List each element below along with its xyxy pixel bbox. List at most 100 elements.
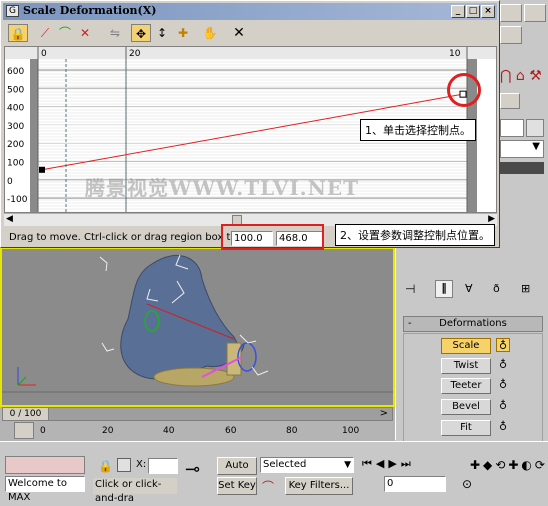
frame-ruler — [5, 47, 496, 59]
remove-modifier-icon[interactable]: ð — [493, 282, 500, 295]
ruler-tick: 40 — [163, 426, 175, 436]
time-slider-area: 0 / 100 > 0 20 40 60 80 100 — [0, 407, 395, 441]
panel-tab-button[interactable] — [500, 4, 522, 22]
modifier-stack[interactable] — [500, 162, 544, 174]
show-end-result-icon[interactable]: ‖ — [435, 280, 453, 298]
configure-sets-icon[interactable]: ⊞ — [521, 282, 530, 295]
red-curve-icon[interactable]: ✕ — [75, 24, 95, 42]
callout-set-parameters: 2、设置参数调整控制点位置。 — [335, 224, 495, 246]
modifier-list-dropdown[interactable]: ▼ — [500, 140, 544, 158]
maximize-button[interactable]: □ — [466, 5, 480, 18]
prompt-line: Click or click-and-dra — [93, 478, 177, 504]
x-tick-label: 0 — [41, 49, 47, 59]
bevel-deform-button[interactable]: Bevel — [441, 399, 491, 415]
curve-toolbar: 🔒 ⟋ ⌒ ✕ ⇋ ✥ ↕ ✚ ✋ ✕ — [3, 21, 497, 45]
scroll-left-icon[interactable]: ◀ — [6, 214, 13, 224]
control-point-start[interactable] — [39, 166, 45, 173]
ruler-tick: 60 — [225, 426, 237, 436]
color-swatch[interactable] — [526, 119, 544, 137]
axis-tripod — [17, 367, 36, 386]
collapse-icon: - — [408, 318, 412, 329]
key-set-dropdown[interactable]: Selected ▼ — [260, 457, 354, 473]
ruler-tick: 100 — [342, 426, 360, 436]
scale-deform-button[interactable]: Scale — [441, 338, 491, 354]
teeter-bulb-icon[interactable]: ♁ — [496, 378, 510, 392]
make-unique-icon[interactable]: ∀ — [465, 282, 473, 295]
viewport-scene — [2, 254, 393, 393]
twist-deform-button[interactable]: Twist — [441, 358, 491, 374]
swap-icon[interactable]: ⇋ — [105, 24, 125, 42]
perspective-viewport[interactable] — [0, 247, 395, 407]
lock-selection-icon[interactable]: 🔒 — [98, 459, 113, 473]
time-slider[interactable]: 0 / 100 > — [2, 407, 393, 421]
scroll-right-icon[interactable]: ▶ — [488, 214, 495, 224]
pan-hand-icon[interactable]: ✋ — [200, 24, 220, 42]
chevron-down-icon: ▼ — [344, 460, 351, 470]
y-tick-label: 500 — [7, 85, 24, 95]
track-ruler: 0 20 40 60 80 100 — [40, 422, 390, 440]
y-tick-label: 100 — [7, 159, 24, 169]
next-arrow-icon[interactable]: > — [380, 408, 388, 419]
color-swatch[interactable] — [500, 119, 524, 137]
insert-point-icon[interactable]: ✚ — [173, 24, 193, 42]
control-point-highlight-circle — [447, 73, 481, 107]
value-fields-highlight — [221, 224, 324, 250]
set-key-button[interactable]: Set Key — [217, 477, 257, 495]
y-tick-label: -100 — [7, 195, 28, 205]
twist-bulb-icon[interactable]: ♁ — [496, 358, 510, 372]
y-tick-label: 400 — [7, 104, 24, 114]
gramophone-base — [153, 367, 235, 387]
ruler-tick: 0 — [40, 426, 46, 436]
fit-deform-button[interactable]: Fit — [441, 420, 491, 436]
track-bar-icon[interactable] — [14, 422, 34, 439]
deformations-rollout-body: Scale ♁ Twist ♁ Teeter ♁ Bevel ♁ Fit ♁ — [403, 333, 543, 445]
x-tick-label: 10 — [449, 49, 461, 59]
y-tick-label: 600 — [7, 67, 24, 77]
y-tick-label: 0 — [7, 177, 13, 187]
bevel-bulb-icon[interactable]: ♁ — [496, 399, 510, 413]
y-tick-label: 200 — [7, 140, 24, 150]
panel-tab-button[interactable] — [500, 26, 522, 44]
key-icon[interactable]: ⊸ — [185, 459, 200, 480]
smooth-curve-icon[interactable]: ⌒ — [55, 24, 75, 42]
callout-select-point: 1、单击选择控制点。 — [360, 119, 476, 141]
key-filters-button[interactable]: Key Filters... — [285, 477, 353, 495]
ruler-tick: 80 — [286, 426, 298, 436]
panel-tab-button[interactable] — [524, 4, 546, 22]
window-title: Scale Deformation(X) — [23, 4, 157, 17]
viewport-navigation-icons[interactable]: ✚◆⟲✚◐⟳ — [470, 456, 545, 496]
minimize-button[interactable]: _ — [451, 5, 465, 18]
current-frame-field[interactable]: 0 — [384, 476, 446, 492]
gramophone-horn — [120, 254, 245, 380]
maxscript-listener-mini[interactable] — [5, 456, 85, 474]
x-coordinate-field[interactable] — [148, 458, 178, 474]
auto-key-button[interactable]: Auto Key — [217, 457, 257, 487]
welcome-field: Welcome to MAX — [5, 476, 85, 503]
hierarchy-icons[interactable]: ⋂ ⌂ ⚒ — [500, 68, 544, 88]
title-bar[interactable]: G Scale Deformation(X) _ □ × — [3, 3, 497, 20]
scale-vertical-icon[interactable]: ↕ — [152, 24, 172, 42]
absolute-mode-icon[interactable] — [117, 458, 131, 472]
time-slider-thumb[interactable]: 0 / 100 — [3, 408, 49, 420]
playback-controls[interactable]: ⏮◀▶⏭ — [362, 457, 474, 475]
ruler-tick: 20 — [102, 426, 114, 436]
scale-bulb-icon[interactable]: ♁ — [496, 338, 510, 352]
lock-icon[interactable]: 🔒 — [8, 24, 28, 42]
teeter-deform-button[interactable]: Teeter — [441, 378, 491, 394]
x-coordinate-label: X: — [136, 459, 147, 470]
stack-toolbar: ⊣ ‖ ∀ ð ⊞ — [401, 280, 541, 300]
left-band — [30, 59, 38, 212]
deformations-rollout-header[interactable]: - Deformations — [403, 316, 543, 332]
pin-icon[interactable]: ⊣ — [405, 282, 415, 296]
status-bar: Welcome to MAX 🔒 X: Click or click-and-d… — [0, 441, 548, 504]
panel-tab-button[interactable] — [500, 93, 520, 109]
y-tick-label: 300 — [7, 122, 24, 132]
default-tangents-icon[interactable]: ⌒ — [262, 478, 274, 495]
linear-curve-icon[interactable]: ⟋ — [35, 24, 55, 42]
close-button[interactable]: × — [481, 5, 495, 18]
watermark: 腾景视觉WWW.TLVI.NET — [85, 176, 360, 200]
move-icon[interactable]: ✥ — [131, 24, 151, 42]
delete-point-icon[interactable]: ✕ — [229, 24, 249, 42]
x-tick-label: 20 — [129, 49, 141, 59]
fit-bulb-icon[interactable]: ♁ — [496, 420, 510, 434]
